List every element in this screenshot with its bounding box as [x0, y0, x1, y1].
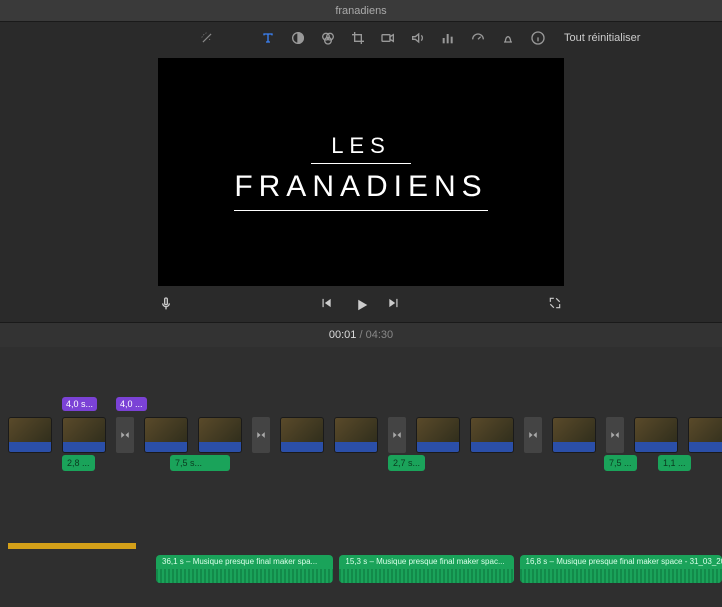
- title-overlay-pill[interactable]: 4,0 ...: [116, 397, 147, 411]
- fullscreen-icon[interactable]: [548, 296, 564, 312]
- background-audio-clip[interactable]: 36,1 s – Musique presque final maker spa…: [156, 555, 333, 583]
- background-audio-clip[interactable]: 16,8 s – Musique presque final maker spa…: [520, 555, 722, 583]
- title-line-2: FRANADIENS: [234, 170, 487, 211]
- timecode-display: 00:01 / 04:30: [0, 322, 722, 347]
- audio-icon[interactable]: [410, 30, 426, 46]
- timeline[interactable]: 4,0 s... 4,0 ... 2,8 ... 7,5 s... 2,7 s... 7,…: [0, 347, 722, 607]
- video-clip[interactable]: [144, 417, 188, 453]
- magic-wand-icon[interactable]: [200, 31, 214, 45]
- bg-audio-label: 16,8 s – Musique presque final maker spa…: [526, 557, 722, 566]
- video-clip[interactable]: [416, 417, 460, 453]
- reset-all-button[interactable]: Tout réinitialiser: [564, 32, 640, 44]
- transition-icon[interactable]: [252, 417, 270, 453]
- adjustments-toolbar: Tout réinitialiser: [0, 22, 722, 54]
- color-balance-icon[interactable]: [290, 30, 306, 46]
- crop-icon[interactable]: [350, 30, 366, 46]
- attached-audio-pill[interactable]: 2,7 s...: [388, 455, 425, 471]
- timecode-total: 04:30: [366, 329, 394, 341]
- play-button[interactable]: [353, 296, 369, 312]
- window-title: franadiens: [335, 5, 386, 17]
- background-audio-track[interactable]: 36,1 s – Musique presque final maker spa…: [156, 555, 722, 583]
- speed-icon[interactable]: [470, 30, 486, 46]
- bg-audio-label: 15,3 s – Musique presque final maker spa…: [345, 557, 504, 566]
- timecode-current: 00:01: [329, 329, 357, 341]
- tool-icons: [260, 30, 546, 46]
- selection-range-bar[interactable]: [8, 543, 136, 549]
- attached-audio-pill[interactable]: 2,8 ...: [62, 455, 95, 471]
- video-clip[interactable]: [634, 417, 678, 453]
- info-icon[interactable]: [530, 30, 546, 46]
- preview-viewer[interactable]: LES FRANADIENS: [158, 58, 564, 286]
- video-track[interactable]: 4,0 s...4,0 ...2,8 ...7,5 s...2,7 s...7,…: [8, 417, 722, 477]
- prev-button[interactable]: [319, 296, 335, 312]
- video-clip[interactable]: [470, 417, 514, 453]
- next-button[interactable]: [387, 296, 403, 312]
- video-clip[interactable]: [198, 417, 242, 453]
- transition-icon[interactable]: [116, 417, 134, 453]
- noise-reduction-icon[interactable]: [500, 30, 516, 46]
- video-clip[interactable]: [334, 417, 378, 453]
- text-tool-icon[interactable]: [260, 30, 276, 46]
- video-clip[interactable]: [62, 417, 106, 453]
- timecode-sep: /: [356, 329, 365, 341]
- camera-icon[interactable]: [380, 30, 396, 46]
- equalizer-icon[interactable]: [440, 30, 456, 46]
- attached-audio-pill[interactable]: 1,1 ...: [658, 455, 691, 471]
- window-titlebar: franadiens: [0, 0, 722, 22]
- voiceover-icon[interactable]: [158, 296, 174, 312]
- attached-audio-pill[interactable]: 7,5 s...: [170, 455, 230, 471]
- transition-icon[interactable]: [388, 417, 406, 453]
- title-overlay-pill[interactable]: 4,0 s...: [62, 397, 97, 411]
- title-card: LES FRANADIENS: [234, 133, 487, 211]
- video-clip[interactable]: [8, 417, 52, 453]
- video-clip[interactable]: [688, 417, 722, 453]
- color-filter-icon[interactable]: [320, 30, 336, 46]
- bg-audio-label: 36,1 s – Musique presque final maker spa…: [162, 557, 317, 566]
- video-clip[interactable]: [552, 417, 596, 453]
- attached-audio-pill[interactable]: 7,5 ...: [604, 455, 637, 471]
- video-clip[interactable]: [280, 417, 324, 453]
- title-line-1: LES: [311, 133, 411, 164]
- transport-bar: [158, 290, 564, 318]
- transition-icon[interactable]: [606, 417, 624, 453]
- background-audio-clip[interactable]: 15,3 s – Musique presque final maker spa…: [339, 555, 513, 583]
- transition-icon[interactable]: [524, 417, 542, 453]
- viewer-area: LES FRANADIENS: [0, 54, 722, 322]
